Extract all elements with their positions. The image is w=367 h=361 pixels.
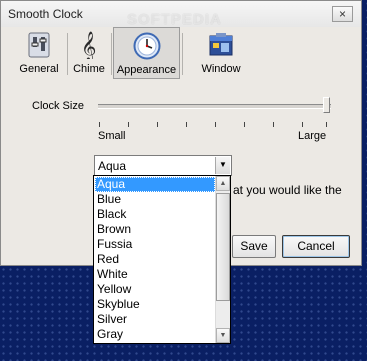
slider-tick (273, 122, 274, 127)
list-item[interactable]: White (95, 267, 215, 282)
slider-tick (128, 122, 129, 127)
slider-min-label: Small (98, 130, 126, 142)
tab-toolbar: General 𝄞 Chime Appearance Window (1, 27, 361, 81)
color-style-select[interactable]: Aqua ▼ (94, 155, 232, 176)
list-item[interactable]: Gray (95, 327, 215, 342)
tab-general[interactable]: General (13, 27, 65, 79)
toolbar-divider (111, 33, 112, 75)
slider-tick (157, 122, 158, 127)
tab-window[interactable]: Window (195, 27, 247, 79)
scroll-down-button[interactable]: ▼ (216, 328, 230, 343)
slider-max-label: Large (298, 130, 327, 142)
slider-tick (186, 122, 187, 127)
watermark-text: SOFTPEDIA (127, 11, 222, 28)
treble-clef-icon: 𝄞 (75, 31, 103, 63)
tab-appearance-label: Appearance (116, 64, 177, 76)
clock-icon (133, 32, 161, 60)
title-bar[interactable]: Smooth Clock SOFTPEDIA × (1, 1, 361, 28)
list-item[interactable]: Black (95, 207, 215, 222)
window-title: Smooth Clock (8, 7, 83, 21)
chevron-up-icon: ▲ (219, 180, 227, 187)
clock-size-slider-track[interactable] (98, 104, 331, 109)
chevron-down-icon: ▼ (219, 332, 227, 339)
description-text: at you would like the (233, 183, 342, 197)
list-item[interactable]: Red (95, 252, 215, 267)
list-item[interactable]: Blue (95, 192, 215, 207)
slider-tick (244, 122, 245, 127)
chevron-down-icon[interactable]: ▼ (215, 157, 230, 174)
tab-appearance[interactable]: Appearance (113, 27, 180, 79)
tab-window-label: Window (201, 63, 241, 75)
color-style-dropdown-list: Aqua Blue Black Brown Fussia Red White Y… (93, 175, 231, 344)
toolbar-divider (182, 33, 183, 75)
scroll-up-button[interactable]: ▲ (216, 176, 230, 191)
cancel-button[interactable]: Cancel (282, 235, 350, 258)
clock-size-label: Clock Size (32, 100, 84, 112)
color-style-value: Aqua (98, 159, 127, 173)
list-item[interactable]: Fussia (95, 237, 215, 252)
list-item[interactable]: Skyblue (95, 297, 215, 312)
close-icon: × (338, 7, 346, 21)
save-button[interactable]: Save (232, 235, 276, 258)
close-button[interactable]: × (332, 6, 353, 22)
list-item[interactable]: Brown (95, 222, 215, 237)
slider-tick (326, 122, 327, 127)
list-item[interactable]: Aqua (95, 177, 215, 192)
dropdown-scrollbar[interactable]: ▲ ▼ (215, 176, 230, 343)
slider-tick (215, 122, 216, 127)
clock-size-slider-thumb[interactable] (323, 97, 330, 113)
list-item[interactable]: Silver (95, 312, 215, 327)
scrollbar-thumb[interactable] (216, 193, 230, 301)
list-item[interactable]: Yellow (95, 282, 215, 297)
tab-chime-label: Chime (73, 63, 105, 75)
switches-icon (25, 31, 53, 59)
toolbar-divider (67, 33, 68, 75)
slider-tick (302, 122, 303, 127)
tab-general-label: General (19, 63, 59, 75)
tab-chime[interactable]: 𝄞 Chime (69, 27, 109, 79)
window-icon (207, 31, 235, 59)
slider-tick (99, 122, 100, 127)
svg-text:𝄞: 𝄞 (81, 31, 96, 59)
